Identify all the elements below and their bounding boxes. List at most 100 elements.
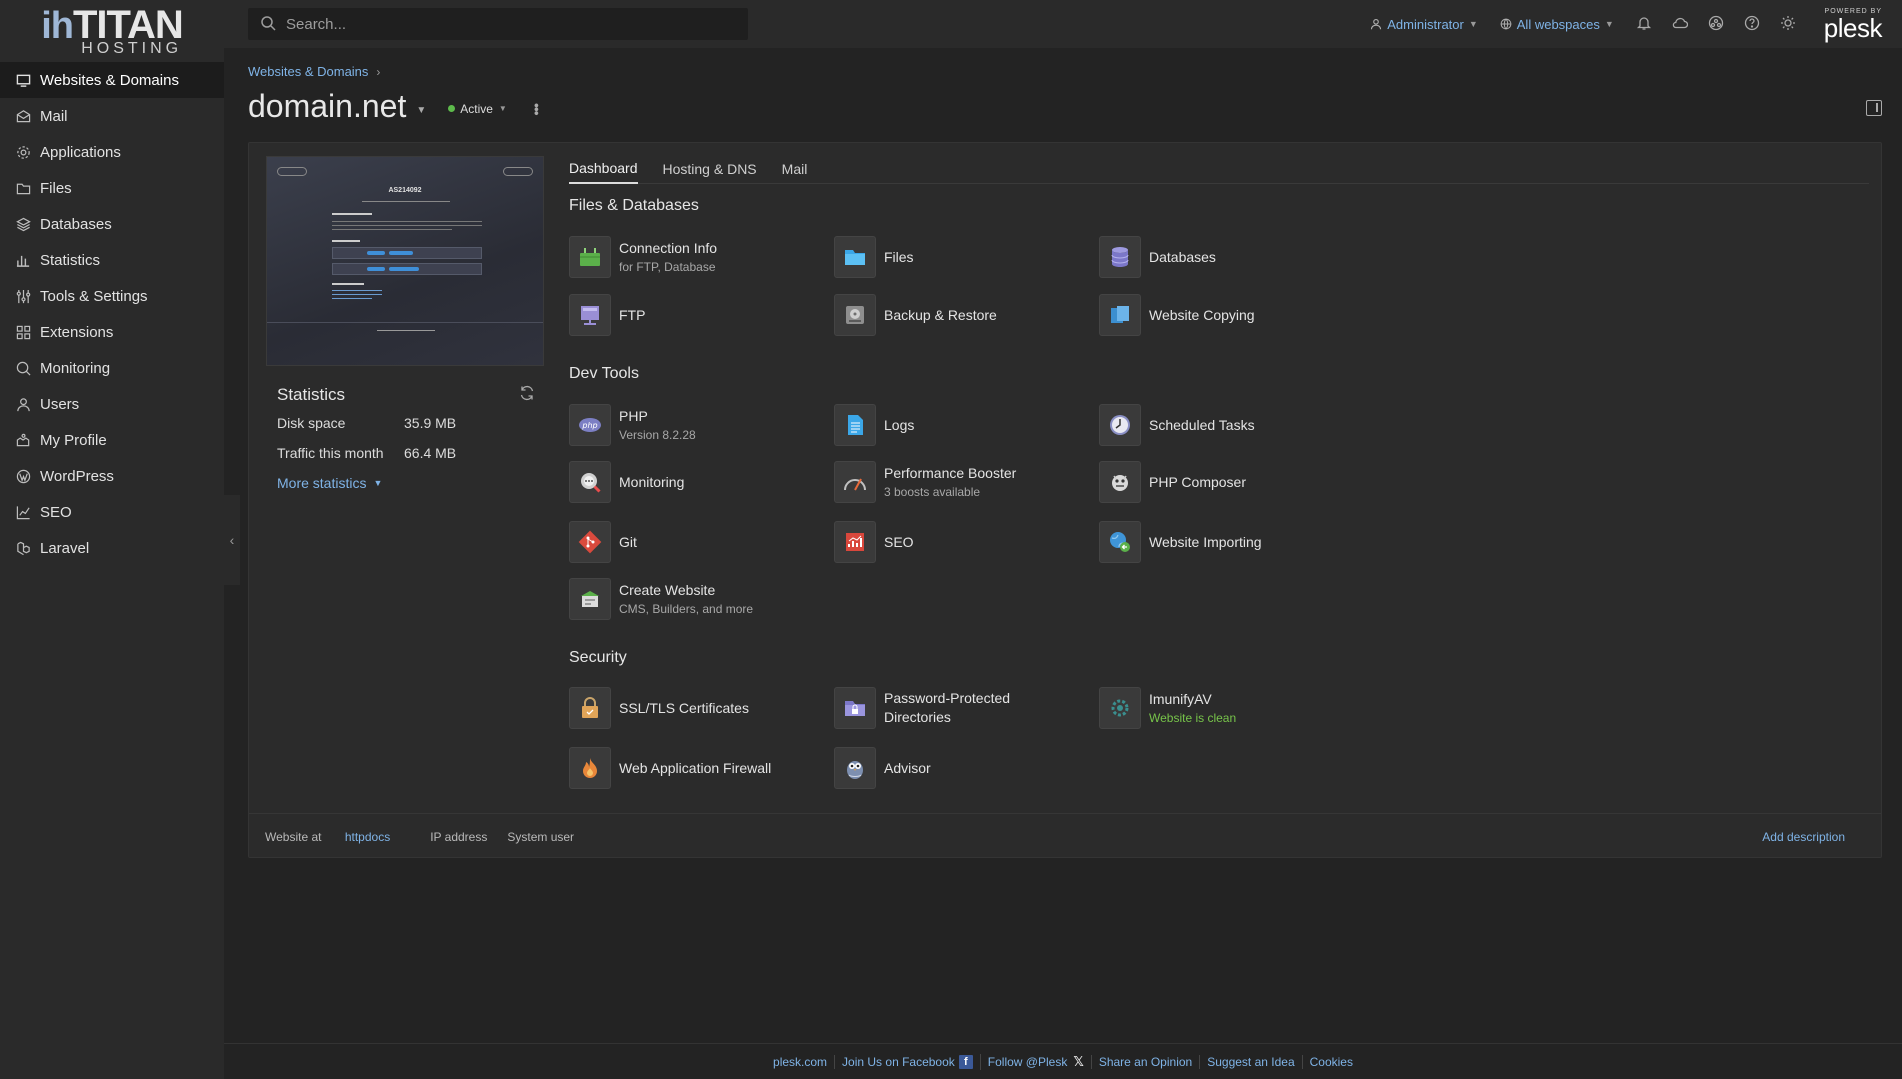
tile-website-importing[interactable]: Website Importing — [1099, 521, 1359, 563]
footer-idea-link[interactable]: Suggest an Idea — [1199, 1054, 1301, 1069]
preview-graphic — [377, 330, 435, 331]
sidebar-item-wordpress[interactable]: WordPress — [0, 458, 224, 494]
tab-dashboard[interactable]: Dashboard — [569, 154, 638, 184]
tile-label: Logs — [884, 416, 915, 433]
tile-files[interactable]: Files — [834, 236, 1094, 278]
tile-git[interactable]: Git — [569, 521, 829, 563]
tile-php-composer[interactable]: PHP Composer — [1099, 461, 1359, 503]
tile-monitoring[interactable]: Monitoring — [569, 461, 829, 503]
preview-graphic — [389, 251, 413, 255]
footer-cookies-link[interactable]: Cookies — [1301, 1054, 1360, 1069]
tile-web-application-firewall[interactable]: Web Application Firewall — [569, 747, 829, 789]
footer-plesk-link[interactable]: plesk.com — [766, 1055, 834, 1069]
website-at: Website at httpdocs — [265, 830, 410, 844]
document-icon — [834, 404, 876, 446]
tile-performance-booster[interactable]: Performance Booster 3 boosts available — [834, 461, 1094, 503]
wordpress-icon — [16, 469, 40, 484]
footer-facebook-link[interactable]: Join Us on Facebook f — [834, 1054, 980, 1069]
tile-advisor[interactable]: Advisor — [834, 747, 1094, 789]
tile-password-protected-directories[interactable]: Password-Protected Directories — [834, 687, 1094, 729]
logo-prefix: ih — [41, 5, 74, 47]
sidebar: ih TITAN HOSTING Websites & Domains Mail … — [0, 0, 224, 1079]
refresh-icon[interactable] — [519, 385, 535, 401]
tile-website-copying[interactable]: Website Copying — [1099, 294, 1359, 336]
sidebar-item-databases[interactable]: Databases — [0, 206, 224, 242]
tab-hosting-dns[interactable]: Hosting & DNS — [663, 154, 757, 184]
sidebar-item-laravel[interactable]: Laravel — [0, 530, 224, 566]
preview-graphic — [332, 229, 452, 230]
tile-label: Connection Info — [619, 239, 718, 256]
more-statistics-link[interactable]: More statistics ▼ — [277, 475, 537, 491]
preview-graphic — [332, 221, 482, 222]
website-preview[interactable]: AS214092 — [266, 156, 544, 366]
more-options-icon[interactable]: ••• — [529, 103, 545, 115]
tile-ssl-certificates[interactable]: SSL/TLS Certificates — [569, 687, 829, 729]
tab-bar: Dashboard Hosting & DNS Mail — [569, 154, 1869, 184]
disk-space-row: Disk space 35.9 MB — [277, 415, 537, 431]
tile-logs[interactable]: Logs — [834, 404, 1094, 446]
httpdocs-link[interactable]: httpdocs — [345, 830, 390, 844]
sidebar-item-mail[interactable]: Mail — [0, 98, 224, 134]
search-box[interactable] — [248, 8, 748, 40]
breadcrumb-link[interactable]: Websites & Domains — [248, 64, 368, 79]
ip-address-label[interactable]: IP address — [430, 830, 487, 844]
sidebar-item-files[interactable]: Files — [0, 170, 224, 206]
system-user-label[interactable]: System user — [507, 830, 574, 844]
sidebar-item-my-profile[interactable]: My Profile — [0, 422, 224, 458]
sidebar-item-users[interactable]: Users — [0, 386, 224, 422]
brand-logo[interactable]: ih TITAN HOSTING — [0, 0, 224, 62]
sidebar-item-extensions[interactable]: Extensions — [0, 314, 224, 350]
tile-connection-info[interactable]: Connection Info for FTP, Database — [569, 236, 829, 278]
status-dropdown[interactable]: Active ▼ — [448, 102, 507, 116]
sidebar-item-statistics[interactable]: Statistics — [0, 242, 224, 278]
sidebar-item-applications[interactable]: Applications — [0, 134, 224, 170]
notifications-icon[interactable] — [1636, 15, 1654, 33]
help-icon[interactable] — [1744, 15, 1762, 33]
cloud-icon[interactable] — [1672, 15, 1690, 33]
plesk-logo[interactable]: POWERED BY plesk — [1823, 8, 1883, 43]
panel-toggle-icon[interactable] — [1866, 100, 1882, 116]
sidebar-item-websites-domains[interactable]: Websites & Domains — [0, 62, 224, 98]
add-description-link[interactable]: Add description — [1762, 830, 1845, 844]
user-menu[interactable]: Administrator ▼ — [1370, 17, 1478, 32]
plesk-wordmark: plesk — [1823, 12, 1883, 43]
tile-backup-restore[interactable]: Backup & Restore — [834, 294, 1094, 336]
community-icon[interactable] — [1708, 15, 1726, 33]
page-title[interactable]: domain.net — [248, 88, 406, 125]
chevron-down-icon[interactable]: ▼ — [416, 105, 426, 116]
sidebar-item-monitoring[interactable]: Monitoring — [0, 350, 224, 386]
preview-graphic — [367, 251, 385, 255]
sidebar-item-seo[interactable]: SEO — [0, 494, 224, 530]
tile-seo[interactable]: SEO — [834, 521, 1094, 563]
imunify-icon — [1099, 687, 1141, 729]
search-input[interactable] — [286, 15, 726, 33]
sidebar-item-tools-settings[interactable]: Tools & Settings — [0, 278, 224, 314]
tile-sub: for FTP, Database — [619, 259, 716, 274]
tile-scheduled-tasks[interactable]: Scheduled Tasks — [1099, 404, 1359, 446]
footer-opinion-link[interactable]: Share an Opinion — [1090, 1054, 1199, 1069]
webspaces-menu[interactable]: All webspaces ▼ — [1500, 17, 1614, 32]
tile-ftp[interactable]: FTP — [569, 294, 829, 336]
main-content: Websites & Domains › domain.net ▼ Active… — [224, 48, 1902, 1043]
seo-chart-icon — [834, 521, 876, 563]
tile-create-website[interactable]: Create Website CMS, Builders, and more — [569, 578, 829, 620]
footer-follow-link[interactable]: Follow @Plesk 𝕏 — [979, 1053, 1091, 1070]
section-files-databases: Files & Databases — [569, 197, 699, 214]
traffic-label: Traffic this month — [277, 445, 384, 461]
plug-icon — [569, 236, 611, 278]
footer-link-label: Share an Opinion — [1098, 1054, 1193, 1069]
tile-imunifyav[interactable]: ImunifyAV Website is clean — [1099, 687, 1359, 729]
tile-label: Files — [884, 248, 914, 265]
tab-mail[interactable]: Mail — [782, 154, 808, 184]
monitoring-icon — [16, 361, 40, 376]
clock-icon — [1099, 404, 1141, 446]
user-icon — [1370, 18, 1382, 30]
preview-graphic — [332, 290, 382, 291]
theme-icon[interactable] — [1780, 15, 1798, 33]
tile-php[interactable]: php PHP Version 8.2.28 — [569, 404, 829, 446]
backup-icon — [834, 294, 876, 336]
tile-databases[interactable]: Databases — [1099, 236, 1359, 278]
tile-sub: CMS, Builders, and more — [619, 601, 754, 616]
website-at-label: Website at — [265, 829, 322, 844]
tile-label: Performance Booster — [884, 464, 1017, 481]
